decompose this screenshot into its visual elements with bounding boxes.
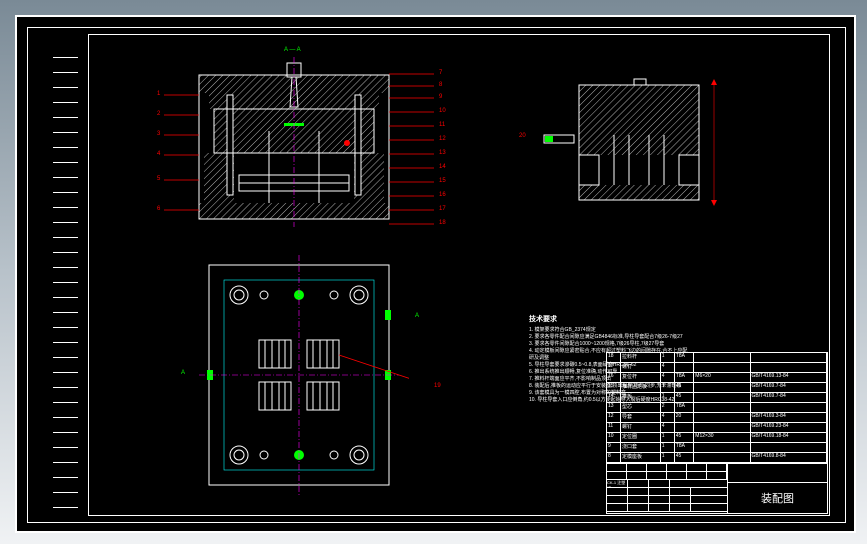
- bom-row: 13型芯2T8A: [607, 403, 827, 413]
- dim-height: 227: [723, 133, 729, 143]
- title-block-signatures: CK-1 注塑模: [607, 464, 728, 514]
- bom-row: 12导套420GB/T4169.3-84: [607, 413, 827, 423]
- bom-row: 14推板145GB/T4169.7-84: [607, 393, 827, 403]
- cad-window-frame: A — A 1 2 3 4 5 6 7 8 9 10 11 12 13 14 1…: [15, 15, 856, 533]
- balloon-1: 1: [157, 91, 160, 97]
- balloon-18: 18: [439, 220, 446, 226]
- dim-width: 360: [289, 500, 299, 506]
- note-3: 3. 要求各零件间隙配合1000~1200规格,7级26导柱,7级27导套: [529, 341, 689, 348]
- balloon-12: 12: [439, 136, 446, 142]
- drawing-border-outer: A — A 1 2 3 4 5 6 7 8 9 10 11 12 13 14 1…: [27, 27, 846, 523]
- bom-table: 18拉料杆1T8A17螺钉416复位杆4T8AM6×20GB/T4169.13-…: [607, 353, 827, 464]
- balloon-3: 3: [157, 131, 160, 137]
- balloon-13: 13: [439, 150, 446, 156]
- bom-row: 8定模座板145GB/T4169.8-84: [607, 453, 827, 463]
- plan-view: [189, 255, 409, 495]
- drawing-title: 装配图: [728, 483, 827, 514]
- leaders-left: [164, 60, 204, 230]
- balloon-5: 5: [157, 176, 160, 182]
- balloon-6: 6: [157, 206, 160, 212]
- section-label-aa: A — A: [284, 47, 301, 53]
- bom-row: 9浇口套1T8A: [607, 443, 827, 453]
- bom-row: 11螺钉4GB/T4169.23-84: [607, 423, 827, 433]
- drawing-area: A — A 1 2 3 4 5 6 7 8 9 10 11 12 13 14 1…: [88, 34, 830, 516]
- balloon-4: 4: [157, 151, 160, 157]
- balloon-10: 10: [439, 108, 446, 114]
- balloon-15: 15: [439, 178, 446, 184]
- title-block: 18拉料杆1T8A17螺钉416复位杆4T8AM6×20GB/T4169.13-…: [606, 352, 828, 514]
- balloon-19: 19: [434, 383, 441, 389]
- bom-row: 15推杆固定板145GB/T4169.7-84: [607, 383, 827, 393]
- balloon-7: 7: [439, 70, 442, 76]
- balloon-16: 16: [439, 192, 446, 198]
- note-2: 2. 要求各零件配合间隙应满足GB4846标准,导柱导套配合7级26-7级27: [529, 334, 689, 341]
- bom-row: 18拉料杆1T8A: [607, 353, 827, 363]
- balloon-11: 11: [439, 122, 445, 128]
- side-view: [539, 75, 739, 225]
- section-view-aa: [179, 55, 409, 235]
- balloon-9: 9: [439, 94, 442, 100]
- bom-row: 17螺钉4: [607, 363, 827, 373]
- notes-heading: 技术要求: [529, 315, 689, 325]
- title-block-scale: [728, 464, 827, 483]
- bom-row: 16复位杆4T8AM6×20GB/T4169.13-84: [607, 373, 827, 383]
- balloon-8: 8: [439, 82, 442, 88]
- section-mark-a2: A: [181, 370, 185, 376]
- note-1: 1. 模架要求符合GB_2374规定: [529, 327, 689, 334]
- bom-row: 10定位圈145M12×30GB/T4169.18-84: [607, 433, 827, 443]
- balloon-14: 14: [439, 164, 446, 170]
- balloon-20: 20: [519, 133, 526, 139]
- balloon-17: 17: [439, 206, 446, 212]
- section-mark-a1: A: [415, 313, 419, 319]
- ruler-vertical: [53, 43, 78, 513]
- leaders-right: [389, 60, 439, 235]
- balloon-2: 2: [157, 111, 160, 117]
